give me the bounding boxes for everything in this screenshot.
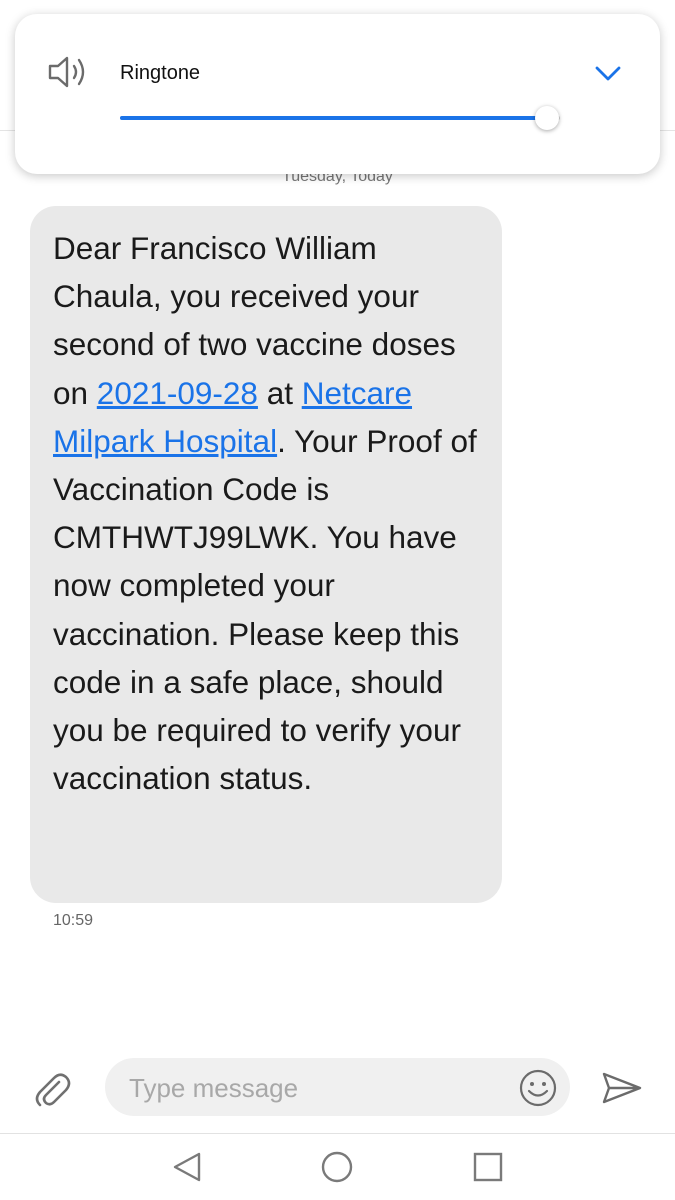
message-bubble[interactable]: Dear Francisco William Chaula, you recei… [30,206,502,903]
chevron-down-icon[interactable] [593,58,623,88]
date-link[interactable]: 2021-09-28 [97,375,258,411]
recents-icon[interactable] [471,1150,505,1184]
message-text-part-2: at [257,374,302,411]
message-input-container [105,1058,570,1116]
paperclip-icon[interactable] [32,1068,72,1110]
slider-fill [120,116,547,120]
slider-thumb[interactable] [534,106,559,130]
home-icon[interactable] [320,1150,354,1184]
message-text: Dear Francisco William Chaula, you recei… [53,224,493,802]
volume-panel: Ringtone [15,14,660,174]
navigation-bar [0,1134,675,1200]
compose-bar [0,1050,675,1130]
back-icon[interactable] [170,1150,204,1184]
message-text-part-3: . Your Proof of Vaccination Code is CMTH… [53,422,477,797]
speaker-icon[interactable] [47,54,89,90]
volume-slider[interactable] [120,104,560,132]
send-icon[interactable] [600,1070,644,1106]
volume-stream-label: Ringtone [120,62,201,84]
message-input[interactable] [127,1068,511,1108]
message-timestamp: 10:59 [53,912,94,929]
emoji-icon[interactable] [518,1068,558,1108]
